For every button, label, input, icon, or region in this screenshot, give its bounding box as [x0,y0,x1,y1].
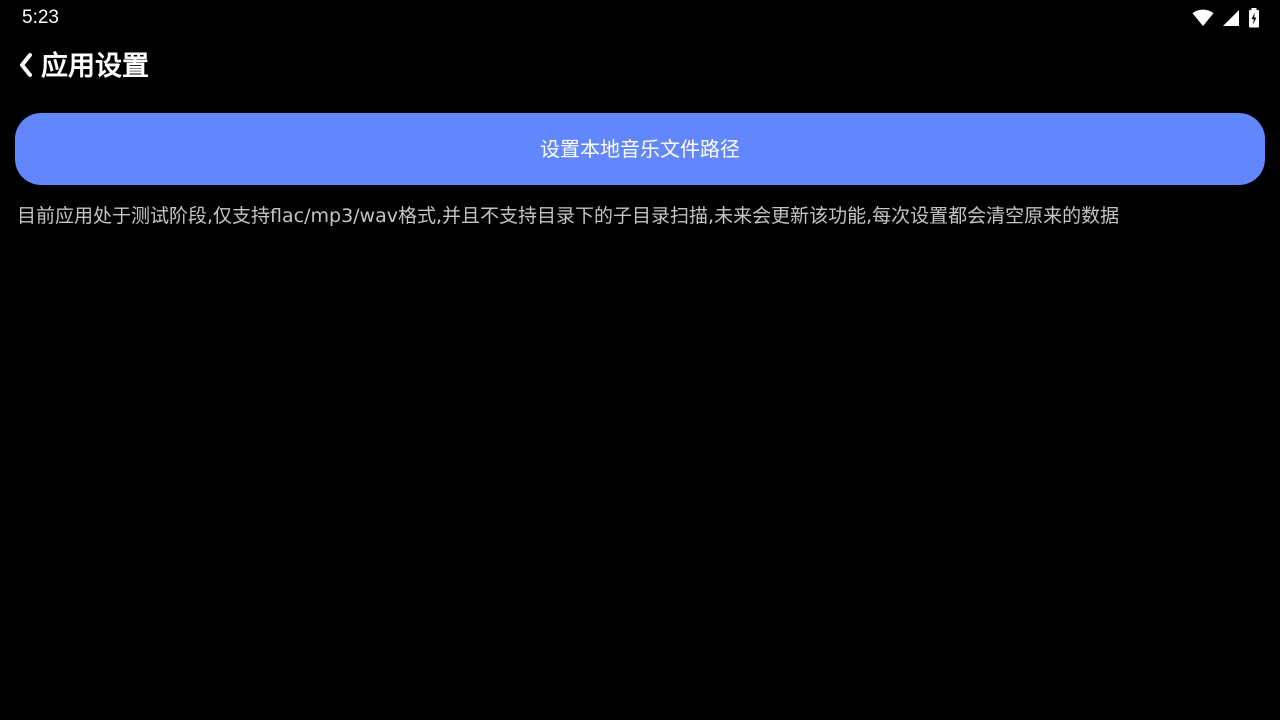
cell-signal-icon [1222,9,1240,27]
app-screen: 5:23 应用设置 设置本地音乐文件路径 目前应用处于测试阶段,仅支持flac/… [0,0,1280,720]
set-music-path-button-label: 设置本地音乐文件路径 [540,137,740,161]
wifi-icon [1192,9,1214,27]
battery-charging-icon [1248,8,1260,28]
set-music-path-button[interactable]: 设置本地音乐文件路径 [15,113,1265,185]
app-header: 应用设置 [0,44,1280,90]
back-button[interactable] [10,50,42,84]
status-icons [1192,7,1260,29]
page-title: 应用设置 [41,51,149,82]
status-bar: 5:23 [0,0,1280,36]
status-time: 5:23 [22,7,59,28]
settings-description: 目前应用处于测试阶段,仅支持flac/mp3/wav格式,并且不支持目录下的子目… [17,205,1120,227]
chevron-left-icon [17,52,35,82]
